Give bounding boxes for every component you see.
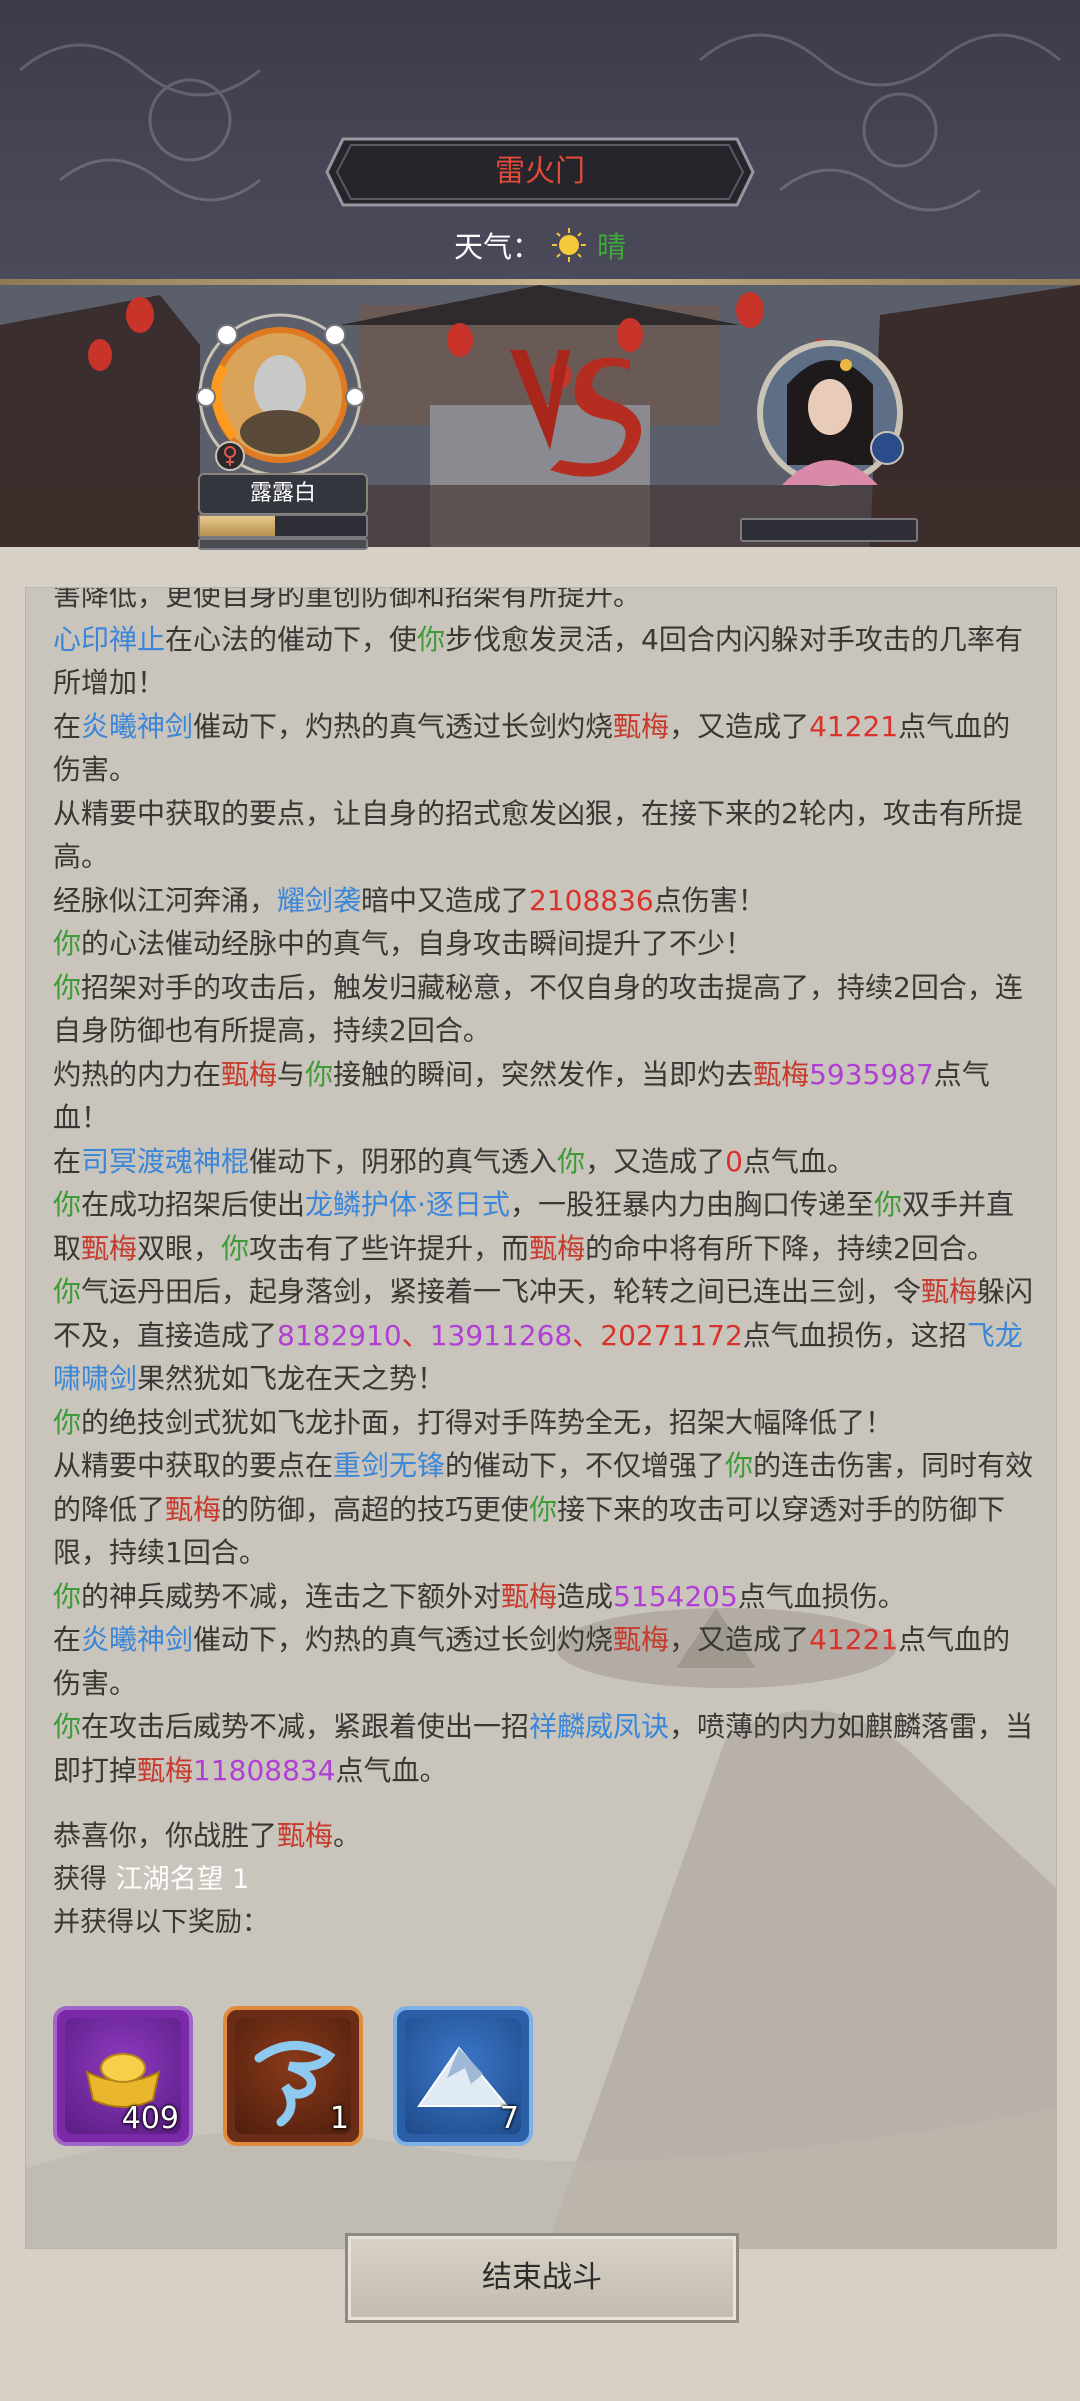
header: 雷火门 天气： 晴 bbox=[0, 0, 1080, 283]
player-energy-fill bbox=[200, 540, 366, 548]
battle-scene bbox=[0, 285, 1080, 547]
player-hp-bar bbox=[198, 514, 368, 538]
weather-label: 天气： bbox=[453, 230, 541, 264]
log-line: 你在攻击后威势不减，紧跟着使出一招祥麟威凤诀，喷薄的内力如麒麟落雷，当即打掉甄梅… bbox=[53, 1710, 1034, 1787]
item-count: 7 bbox=[499, 2101, 519, 2136]
player-name: 露露白 bbox=[198, 473, 368, 515]
log-line: 在司冥渡魂神棍催动下，阴邪的真气透入你，又造成了0点气血。 bbox=[53, 1144, 855, 1178]
player-portrait[interactable] bbox=[180, 307, 380, 487]
log-line: 你的心法催动经脉中的真气，自身攻击瞬间提升了不少！ bbox=[53, 927, 754, 960]
gain-line: 获得 江湖名望 1 bbox=[53, 1863, 250, 1895]
sect-title: 雷火门 bbox=[495, 154, 585, 189]
fame-reward: 江湖名望 1 bbox=[115, 1863, 250, 1895]
log-line: 在炎曦神剑催动下，灼热的真气透过长剑灼烧甄梅，又造成了41221点气血的伤害。 bbox=[53, 709, 1011, 787]
log-line: 你在成功招架后使出龙鳞护体·逐日式，一股狂暴内力由胸口传递至你双手并直取甄梅双眼… bbox=[53, 1188, 1014, 1265]
weather-value: 晴 bbox=[597, 230, 627, 264]
log-line: 心印禅止在心法的催动下，使你步伐愈发灵活，4回合内闪躲对手攻击的几率有所增加！ bbox=[53, 622, 1023, 700]
reward-item[interactable]: 409 bbox=[53, 2006, 193, 2146]
log-line: 在炎曦神剑催动下，灼热的真气透过长剑灼烧甄梅，又造成了41221点气血的伤害。 bbox=[53, 1623, 1011, 1700]
log-line: 你的绝技剑式犹如飞龙扑面，打得对手阵势全无，招架大幅降低了！ bbox=[53, 1405, 894, 1439]
log-line: 你的神兵威势不减，连击之下额外对甄梅造成5154205点气血损伤。 bbox=[53, 1579, 906, 1613]
player-hp-fill bbox=[200, 516, 275, 536]
enemy-hp-bar bbox=[740, 518, 918, 542]
log-line: 经脉似江河奔涌，耀剑袭暗中又造成了2108836点伤害！ bbox=[53, 883, 766, 917]
battle-log: 害降低，更使自身的重创防御和招架有所提升。 心印禅止在心法的催动下，使你步伐愈发… bbox=[53, 588, 1038, 1945]
reward-item[interactable]: 7 bbox=[393, 2006, 533, 2146]
log-line: 从精要中获取的要点，让自身的招式愈发凶狠，在接下来的2轮内，攻击有所提高。 bbox=[53, 796, 1023, 874]
log-line: 灼热的内力在甄梅与你接触的瞬间，突然发作，当即灼去甄梅5935987点气血！ bbox=[53, 1057, 990, 1135]
sun-icon bbox=[552, 228, 586, 262]
log-line: 你气运丹田后，起身落剑，紧接着一飞冲天，轮转之间已连出三剑，令甄梅躲闪不及，直接… bbox=[53, 1275, 1034, 1395]
reward-label: 并获得以下奖励： bbox=[53, 1907, 269, 1938]
player-energy-bar bbox=[198, 538, 368, 550]
item-count: 409 bbox=[121, 2101, 179, 2136]
reward-item[interactable]: 1 bbox=[223, 2006, 363, 2146]
log-line: 你招架对手的攻击后，触发归藏秘意，不仅自身的攻击提高了，持续2回合，连自身防御也… bbox=[53, 970, 1023, 1048]
log-line: 害降低，更使自身的重创防御和招架有所提升。 bbox=[53, 587, 642, 612]
battle-log-panel[interactable]: 害降低，更使自身的重创防御和招架有所提升。 心印禅止在心法的催动下，使你步伐愈发… bbox=[25, 587, 1057, 2249]
reward-items: 409 1 7 bbox=[53, 2006, 533, 2146]
log-line: 从精要中获取的要点在重剑无锋的催动下，不仅增强了你的连击伤害，同时有效的降低了甄… bbox=[53, 1449, 1034, 1569]
female-icon bbox=[215, 441, 245, 471]
enemy-portrait[interactable] bbox=[752, 335, 912, 495]
end-battle-button[interactable]: 结束战斗 bbox=[345, 2233, 739, 2323]
vs-emblem-icon bbox=[510, 350, 642, 477]
weather-row: 天气： 晴 bbox=[0, 220, 1080, 270]
log-spacer bbox=[53, 1792, 1038, 1814]
item-count: 1 bbox=[329, 2101, 349, 2136]
victory-message: 恭喜你，你战胜了甄梅。 bbox=[53, 1819, 362, 1852]
